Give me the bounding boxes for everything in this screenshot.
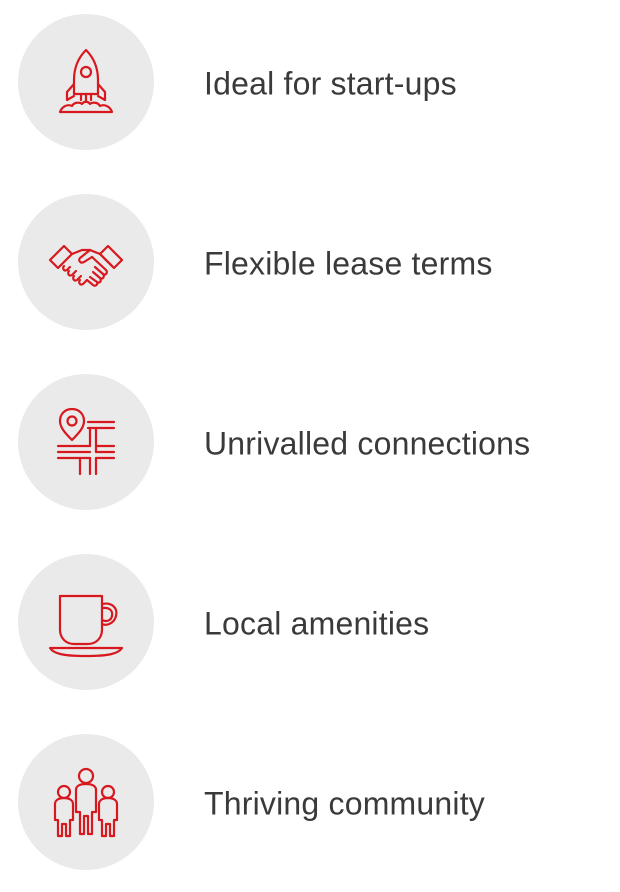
coffee-cup-icon bbox=[48, 594, 124, 658]
icon-circle bbox=[18, 554, 154, 690]
feature-label: Ideal for start-ups bbox=[204, 65, 457, 102]
rocket-icon bbox=[58, 48, 114, 114]
icon-circle bbox=[18, 14, 154, 150]
feature-item-amenities: Local amenities bbox=[0, 554, 620, 694]
feature-item-community: Thriving community bbox=[0, 734, 620, 874]
feature-item-lease: Flexible lease terms bbox=[0, 194, 620, 334]
feature-label: Flexible lease terms bbox=[204, 245, 493, 282]
feature-list: Ideal for start-ups Flexible lease terms… bbox=[0, 0, 620, 892]
icon-circle bbox=[18, 374, 154, 510]
map-pin-roads-icon bbox=[56, 407, 116, 476]
handshake-icon bbox=[48, 244, 124, 287]
people-group-icon bbox=[53, 767, 119, 838]
icon-circle bbox=[18, 194, 154, 330]
feature-label: Local amenities bbox=[204, 605, 430, 642]
feature-label: Thriving community bbox=[204, 785, 486, 822]
icon-circle bbox=[18, 734, 154, 870]
feature-label: Unrivalled connections bbox=[204, 425, 531, 462]
feature-item-startups: Ideal for start-ups bbox=[0, 14, 620, 154]
feature-item-connections: Unrivalled connections bbox=[0, 374, 620, 514]
